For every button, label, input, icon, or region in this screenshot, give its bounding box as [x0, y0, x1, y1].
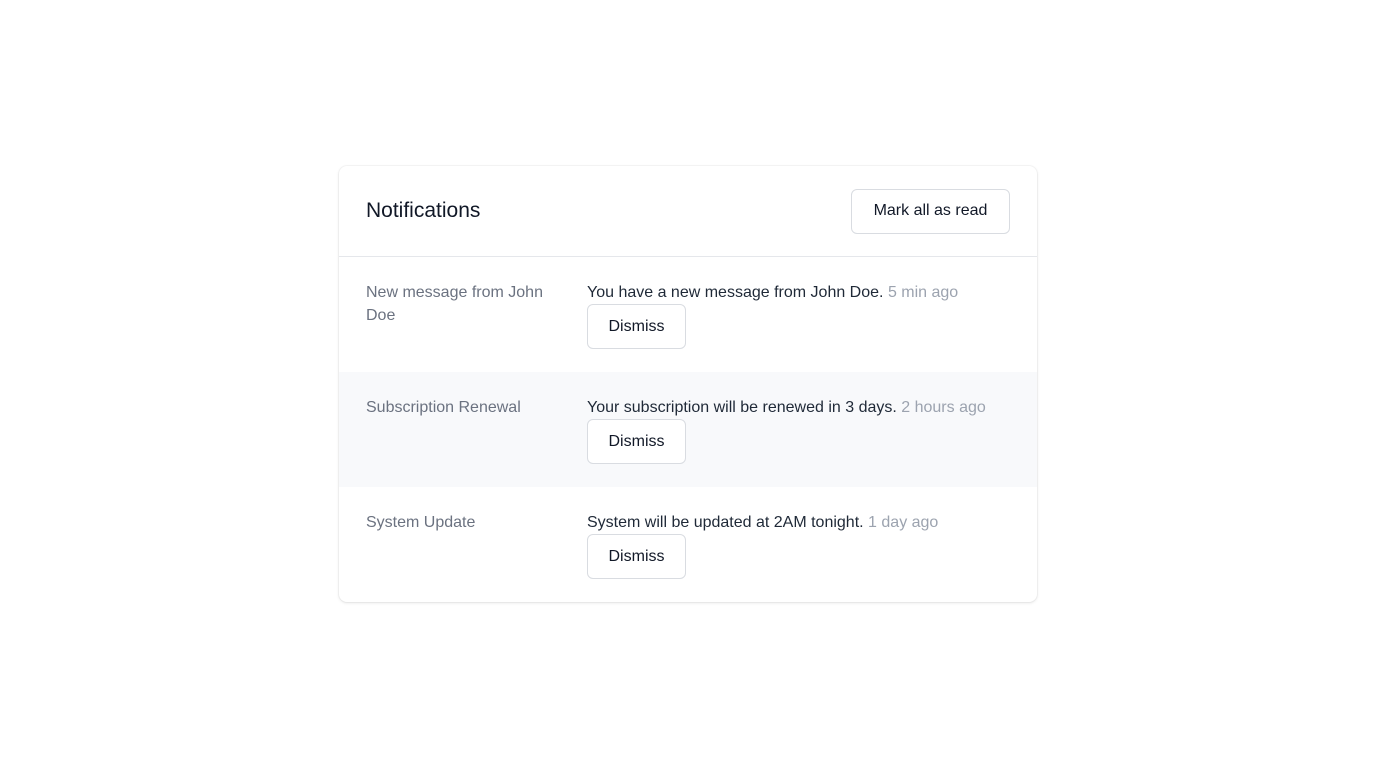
notification-title: System Update	[366, 514, 476, 531]
notification-row: System Update System will be updated at …	[339, 487, 1037, 602]
notification-time: 1 day ago	[868, 514, 939, 531]
dismiss-button[interactable]: Dismiss	[587, 304, 686, 349]
notification-time: 2 hours ago	[901, 399, 986, 416]
notification-message: System will be updated at 2AM tonight.	[587, 514, 864, 531]
notification-body: Your subscription will be renewed in 3 d…	[587, 396, 1010, 487]
notification-row: Subscription Renewal Your subscription w…	[339, 372, 1037, 487]
card-header: Notifications Mark all as read	[339, 166, 1037, 257]
notification-title: Subscription Renewal	[366, 399, 521, 416]
notification-message: You have a new message from John Doe.	[587, 284, 884, 301]
mark-all-read-button[interactable]: Mark all as read	[851, 188, 1010, 234]
page-title: Notifications	[366, 199, 481, 222]
notifications-card: Notifications Mark all as read New messa…	[339, 166, 1037, 602]
notification-body: System will be updated at 2AM tonight. 1…	[587, 511, 1010, 602]
dismiss-button[interactable]: Dismiss	[587, 419, 686, 464]
notification-message: Your subscription will be renewed in 3 d…	[587, 399, 897, 416]
notification-time: 5 min ago	[887, 284, 959, 301]
dismiss-button[interactable]: Dismiss	[587, 534, 686, 579]
notification-row: New message from John Doe You have a new…	[339, 257, 1037, 372]
notification-title: New message from John Doe	[366, 284, 543, 324]
notification-body: You have a new message from John Doe. 5 …	[587, 281, 1010, 372]
